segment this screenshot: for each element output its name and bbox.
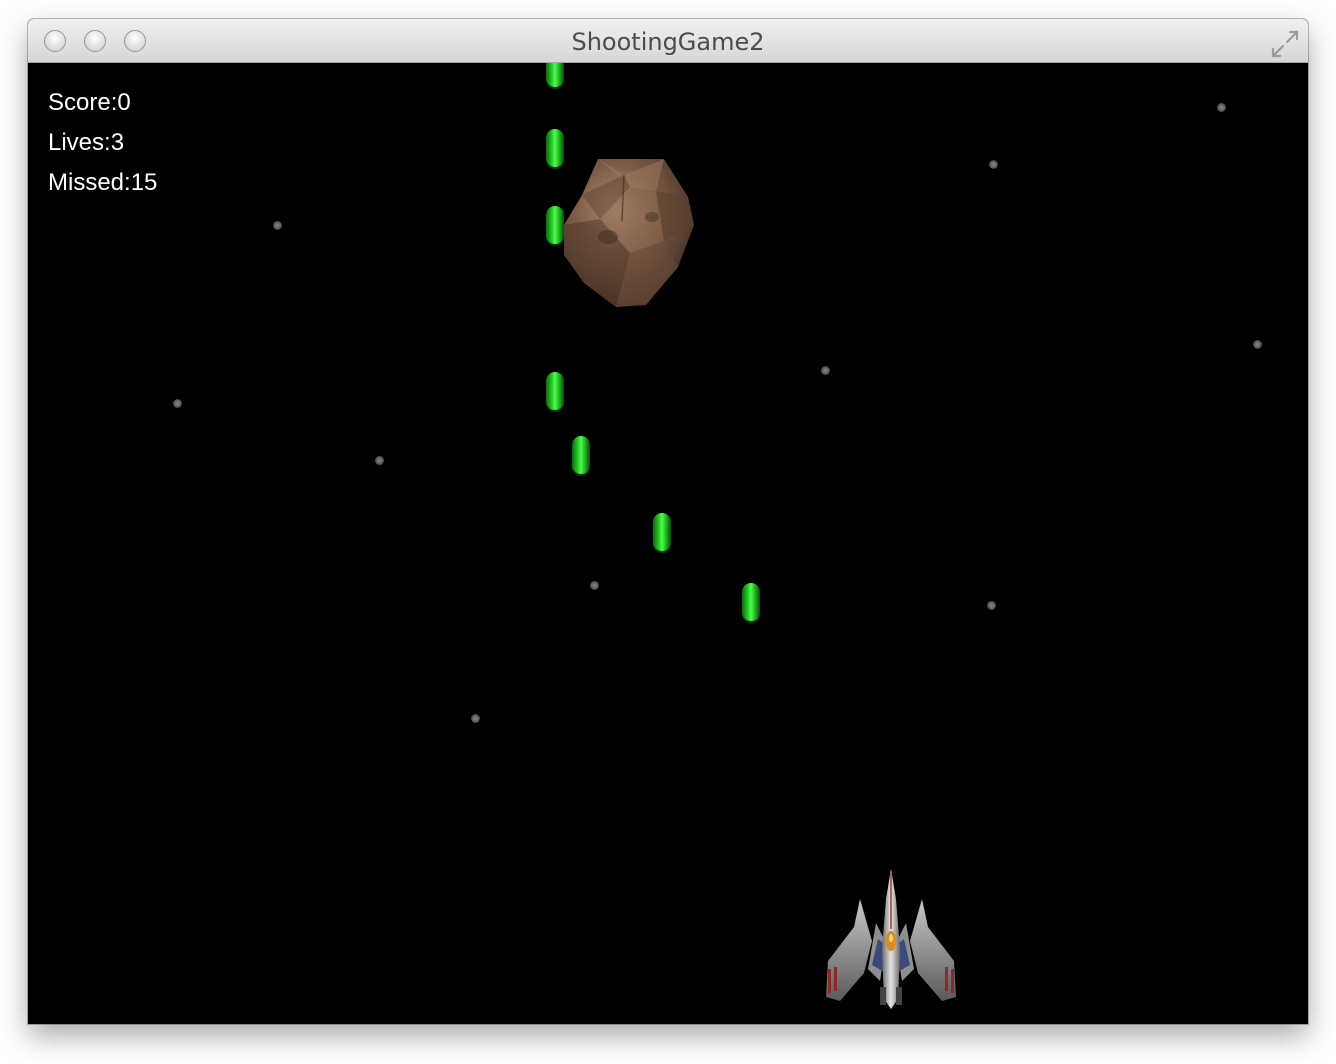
- asteroid: [564, 159, 694, 307]
- lives-label: Lives:3: [48, 129, 125, 156]
- green-bullet: [742, 583, 760, 621]
- green-bullet: [572, 436, 590, 474]
- star: [821, 366, 830, 375]
- star: [471, 714, 480, 723]
- game-canvas[interactable]: Score:0 Lives:3 Missed:15: [28, 63, 1308, 1024]
- star: [273, 221, 282, 230]
- window-title: ShootingGame2: [571, 28, 765, 56]
- score-label: Score:0: [48, 89, 131, 116]
- player-spaceship: [826, 869, 956, 1009]
- green-bullet: [546, 372, 564, 410]
- green-bullet: [653, 513, 671, 551]
- star: [375, 456, 384, 465]
- star: [1217, 103, 1226, 112]
- star: [987, 601, 996, 610]
- missed-label: Missed:15: [48, 169, 158, 196]
- title-bar[interactable]: ShootingGame2: [28, 19, 1308, 63]
- star: [1253, 340, 1262, 349]
- star: [173, 399, 182, 408]
- fullscreen-arrows-icon[interactable]: [1270, 29, 1300, 59]
- game-window: ShootingGame2 Score:0 Lives:3 Missed:15: [28, 19, 1308, 1024]
- green-bullet: [546, 63, 564, 87]
- star: [989, 160, 998, 169]
- star: [590, 581, 599, 590]
